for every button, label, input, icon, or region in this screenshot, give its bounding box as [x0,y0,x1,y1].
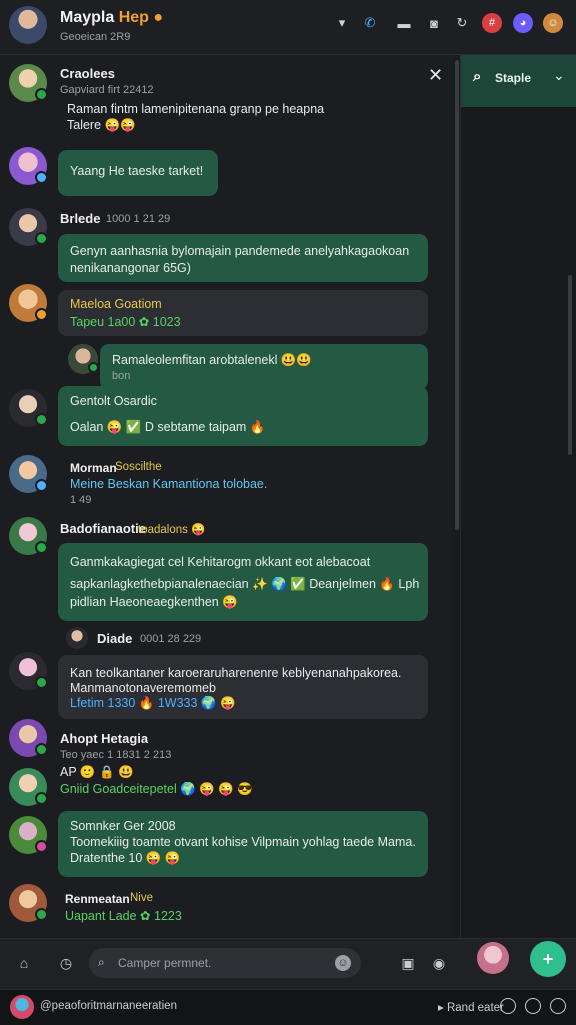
message-timestamp: 0001 28 229 [140,633,202,645]
panel-scrollbar[interactable] [568,275,572,455]
avatar[interactable] [9,652,48,690]
avatar[interactable] [9,816,48,854]
avatar[interactable] [9,768,48,806]
message-text: Raman fintm lamenipitenana granp pe heap… [67,102,325,116]
message-text: Genyn aanhasnia bylomajain pandemede ane… [70,244,410,258]
avatar[interactable] [9,208,48,246]
message-text: Manmanotonaveremomeb [70,681,216,695]
message-meta: Lfetim 1330 🔥 1W333 🌍 😜 [70,696,236,710]
avatar[interactable] [9,719,48,757]
message-text: Maeloa Goatiom [70,297,162,311]
top-app-bar: Maypla Hep ● Geoeican 2R9 ▾ ✆ ▬ ◙ ↻ # ◕ … [0,0,576,55]
message-text: Meine Beskan Kamantiona tolobae. [70,477,268,491]
channel-subtitle: Geoeican 2R9 [60,31,131,43]
message-timestamp: 1000 1 21 29 [106,213,171,225]
sender-name[interactable]: Ahopt Hetagia [60,731,148,746]
gear-icon[interactable] [550,998,566,1014]
voice-icon[interactable] [500,998,516,1014]
message-text: Toomekiiig toamte otvant kohise Vilpmain… [70,835,416,849]
search-icon: ⌕ [98,955,105,969]
message-timestamp: Teo yaec 1 1831 2 213 [60,749,172,761]
avatar[interactable] [9,64,48,102]
home-icon[interactable]: ⌂ [13,952,35,974]
avatar[interactable] [9,455,48,493]
message-text: Gniid Goadceitepetel 🌍 😜 😜 😎 [60,782,253,796]
sender-tag: toadalons 😜 [138,524,206,536]
message-text: Ramaleolemfitan arobtalenekl 😃😃 [112,353,312,367]
user-avatar-icon[interactable]: ☺ [543,13,563,33]
attachment-icon[interactable]: ▣ [397,952,419,974]
channel-title-accent: Hep [118,9,149,26]
chevron-down-icon[interactable]: ⌄ [553,67,565,84]
panel-title: Staple [495,71,532,85]
message-text: Somnker Ger 2008 [70,819,176,833]
message-input[interactable]: ⌕ Camper permnet. ☺ [89,948,361,978]
side-panel: ⌕ Staple ⌄ [460,55,576,937]
avatar[interactable] [66,627,88,649]
sender-name[interactable]: Badofianaotie [60,521,146,536]
avatar[interactable] [9,147,48,185]
message-text: AP 🙂 🔒 😃 [60,765,134,779]
notifications-icon[interactable]: # [482,13,502,33]
status-text: Rand eater [446,1002,504,1014]
channel-title: Maypla Hep ● [60,9,164,26]
copy-icon[interactable] [525,998,541,1014]
search-icon[interactable]: ⌕ [473,68,481,85]
close-icon[interactable]: ✕ [428,65,443,86]
channel-title-text: Maypla [60,9,115,26]
message-timestamp: 1 49 [70,494,92,506]
self-avatar[interactable] [477,942,509,974]
message-text: Talere 😜😜 [67,118,136,132]
clock-icon[interactable]: ◷ [55,952,77,974]
avatar[interactable] [9,284,48,322]
sender-name[interactable]: Diade [97,631,132,646]
message-text: Dratenthe 10 😜 😜 [70,851,181,865]
sender-name[interactable]: Renmeatan [65,892,130,906]
refresh-icon[interactable]: ↻ [452,13,472,33]
message-meta: Tapeu 1a00 ✿ 1023 [70,315,181,329]
panel-header[interactable]: ⌕ Staple ⌄ [461,55,576,107]
avatar[interactable] [9,389,48,427]
status-label[interactable]: ▸ Rand eater [438,1000,504,1014]
sender-name[interactable]: Brlede [60,211,100,226]
sender-name[interactable]: Gentolt Osardic [70,394,157,408]
message-text: Oalan 😜 ✅ D sebtame taipam 🔥 [70,420,266,434]
sender-tag: Soscilthe [115,461,162,473]
avatar[interactable] [68,344,99,374]
account-handle: @peaoforitmarnaneeratien [40,1000,177,1012]
message-text: nenikanangonar 65G) [70,261,191,275]
avatar[interactable] [9,884,48,922]
account-avatar[interactable] [10,995,34,1019]
sender-tag: Nive [130,892,154,904]
inbox-icon[interactable]: ▬ [394,13,414,33]
emoji-icon[interactable]: ☺ [335,955,351,971]
message-text: Kan teolkantaner karoeraruharenenre kebl… [70,666,402,680]
chat-scrollbar[interactable] [455,60,459,530]
compose-button[interactable]: + [530,941,566,977]
channel-avatar[interactable] [9,6,47,44]
message-input-placeholder: Camper permnet. [118,956,212,970]
status-bar: @peaoforitmarnaneeratien ▸ Rand eater [0,989,576,1025]
message-text: pidlian Haeoneaegkenthen 😜 [70,595,238,609]
camera-icon[interactable]: ◙ [424,13,444,33]
message-meta: Uapant Lade ✿ 1223 [65,909,182,923]
message-text: Ganmkakagiegat cel Kehitarogm okkant eot… [70,555,371,569]
bot-icon[interactable]: ◕ [513,13,533,33]
dropdown-icon[interactable]: ▾ [332,13,352,33]
message-timestamp: bon [112,370,131,382]
message-text: Yaang He taeske tarket! [70,164,204,178]
settings-icon[interactable]: ◉ [428,952,450,974]
message-text: sapkanlagkethebpianalenaecian ✨ 🌍 ✅ Dean… [70,577,420,591]
phone-icon[interactable]: ✆ [360,13,380,33]
sender-name[interactable]: Craolees [60,66,115,81]
sender-name[interactable]: Morman [70,461,117,475]
avatar[interactable] [9,517,48,555]
message-timestamp: Gapviard firt 22412 [60,84,154,96]
